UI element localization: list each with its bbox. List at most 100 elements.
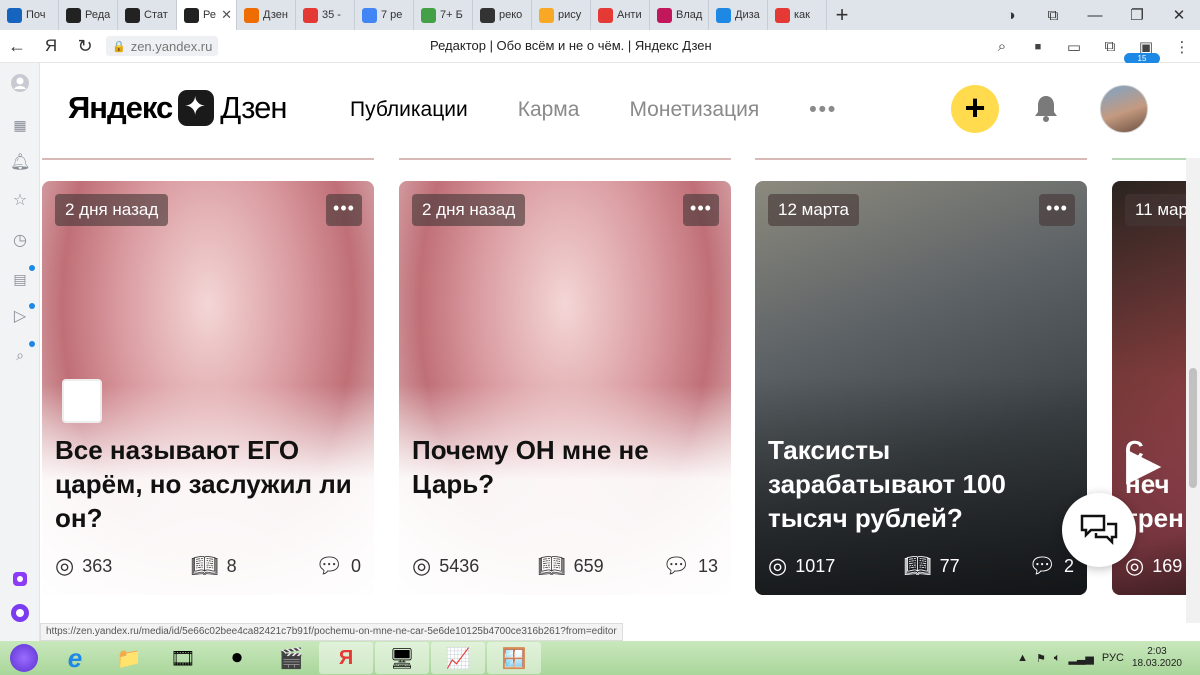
views-icon: ◎ (1125, 553, 1145, 578)
publication-card[interactable]: 2 дня назад ••• Все называют ЕГО царём, но… (42, 181, 374, 595)
card-title[interactable]: Все называют ЕГО царём, но заслужил ли о… (55, 433, 365, 535)
language-indicator[interactable]: РУС (1102, 652, 1124, 664)
browser-sidebar: ▦ 🔔︎ ☆ ◷ ▤ ▷ ⌕ (0, 63, 40, 641)
protect-icon[interactable]: ◑ (990, 7, 1032, 24)
apps-grid-icon[interactable]: ▦ (10, 115, 30, 135)
favorites-icon[interactable]: ☆ (10, 191, 30, 211)
lock-icon: 🔒 (112, 40, 126, 53)
user-avatar[interactable] (1100, 85, 1148, 133)
card-title[interactable]: Почему ОН мне не Царь? (412, 433, 722, 501)
minimize-button[interactable]: — (1074, 7, 1116, 24)
yandex-icon (775, 7, 790, 23)
snip-tool-icon[interactable]: 🪟 (487, 642, 541, 674)
bookmark-icon[interactable]: ■ (1020, 41, 1056, 53)
nav-publications[interactable]: Публикации (350, 98, 468, 122)
volume-icon[interactable]: 🔈︎ (1054, 652, 1061, 665)
ie-icon[interactable]: e (48, 642, 102, 674)
video-editor-icon[interactable]: 🎬 (264, 642, 318, 674)
browser-tab[interactable]: Стат (118, 0, 177, 30)
prev-row-edge (42, 158, 374, 160)
nav-karma[interactable]: Карма (518, 98, 580, 122)
start-button[interactable] (0, 641, 48, 675)
profile-icon[interactable] (10, 73, 30, 93)
browser-tab[interactable]: рису (532, 0, 591, 30)
zen-header: Яндекс Дзен Публикации Карма Монетизация… (40, 63, 1200, 158)
browser-tab[interactable]: Диза (709, 0, 768, 30)
publish-date-badge: 12 марта (768, 194, 859, 226)
back-icon[interactable]: ← (0, 36, 34, 57)
translate-icon[interactable]: ⧉ (1092, 38, 1128, 55)
card-title[interactable]: Таксисты зарабатывают 100 тысяч рублей? (768, 433, 1078, 535)
zen-logo[interactable]: Яндекс Дзен (68, 90, 288, 126)
nav-more-button[interactable]: ••• (809, 98, 837, 122)
page-title: Редактор | Обо всём и не о чём. | Яндекс… (430, 38, 712, 53)
browser-tab[interactable]: Дзен (237, 0, 296, 30)
tray-arrow-icon[interactable]: ▲ (1017, 652, 1028, 664)
browser-tab[interactable]: как (768, 0, 827, 30)
comment-icon: 💬︎ (315, 553, 343, 578)
vertical-scrollbar[interactable] (1186, 158, 1200, 623)
close-window-button[interactable]: ✕ (1158, 6, 1200, 24)
copyright-icon (598, 7, 613, 23)
browser-tab[interactable]: 35 - (296, 0, 355, 30)
chat-support-button[interactable] (1062, 493, 1136, 567)
downloads-icon[interactable]: ▣ 15 (1124, 38, 1164, 64)
tab-label: 35 - (322, 9, 341, 21)
clock-time: 2:03 (1147, 646, 1167, 657)
publication-card[interactable]: 2 дня назад ••• Почему ОН мне не Царь? ◎ 543… (399, 181, 731, 595)
comments-count: 13 (697, 555, 718, 576)
comment-icon: 💬︎ (662, 553, 690, 578)
prev-row-edge (399, 158, 731, 160)
card-menu-button[interactable]: ••• (683, 194, 719, 226)
speaker-app-icon[interactable]: ⏺ (210, 642, 264, 674)
browser-tab[interactable]: Влад (650, 0, 709, 30)
browser-tab[interactable]: Анти (591, 0, 650, 30)
pin-icon[interactable]: ⧉ (1032, 7, 1074, 24)
publication-card[interactable]: 12 марта ••• Таксисты зарабатывают 100 тыс… (755, 181, 1087, 595)
close-tab-icon[interactable]: ✕ (221, 7, 232, 23)
browser-tab[interactable]: 7 ре (355, 0, 414, 30)
zoom-icon[interactable]: ⌕ (984, 38, 1020, 55)
browser-tab[interactable]: Реда (59, 0, 118, 30)
nav-monetization[interactable]: Монетизация (629, 98, 759, 122)
card-menu-button[interactable]: ••• (326, 194, 362, 226)
url-field[interactable]: 🔒 zen.yandex.ru (106, 36, 219, 56)
create-publication-button[interactable]: + (951, 85, 999, 133)
browser-tab[interactable]: 7+ Б (414, 0, 473, 30)
reload-icon[interactable]: ↻ (68, 36, 102, 57)
alice-icon[interactable] (10, 603, 30, 623)
task-manager-icon[interactable]: 📈 (431, 642, 485, 674)
yandex-browser-icon[interactable]: Я (319, 642, 373, 674)
unread-dot (29, 303, 35, 309)
logo-text-zen: Дзен (220, 90, 287, 125)
tab-label: 7 ре (381, 9, 403, 21)
notifications-icon[interactable]: 🔔︎ (10, 153, 30, 173)
menu-icon[interactable]: ⋮ (1164, 38, 1200, 56)
news-icon[interactable]: ▤ (10, 269, 30, 289)
browser-tab[interactable]: реко (473, 0, 532, 30)
history-icon[interactable]: ◷ (10, 231, 30, 251)
scrollbar-thumb[interactable] (1189, 368, 1197, 488)
system-tray: ▲ ⚑ 🔈︎ ▂▃▅ РУС 2:03 18.03.2020 (1017, 646, 1200, 670)
yandex-home-icon[interactable]: Я (34, 36, 68, 56)
tray-flag-icon[interactable]: ⚑ (1036, 652, 1046, 665)
status-bar: https://zen.yandex.ru/media/id/5e66c02be… (40, 623, 1200, 641)
explorer-icon[interactable]: 📁 (102, 642, 156, 674)
media-app-icon[interactable]: 🎞 (156, 642, 210, 674)
bell-icon[interactable] (1033, 94, 1059, 129)
new-tab-button[interactable]: + (827, 0, 857, 30)
maximize-button[interactable]: ❐ (1116, 6, 1158, 24)
tab-label: Анти (617, 9, 642, 21)
browser-tab[interactable]: Ре ✕ (177, 0, 237, 30)
clock[interactable]: 2:03 18.03.2020 (1132, 646, 1182, 670)
search-doc-icon[interactable]: ⌕ (10, 345, 30, 365)
signal-icon[interactable]: ▂▃▅ (1069, 652, 1094, 665)
collections-icon[interactable] (10, 569, 30, 589)
zen-icon (66, 7, 81, 23)
control-panel-icon[interactable]: 🖥 (375, 642, 429, 674)
browser-tab[interactable]: Поч (0, 0, 59, 30)
mail-icon (7, 7, 22, 23)
comment-icon: 💬︎ (1028, 553, 1056, 578)
video-icon[interactable]: ▷ (10, 307, 30, 327)
card-menu-button[interactable]: ••• (1039, 194, 1075, 226)
